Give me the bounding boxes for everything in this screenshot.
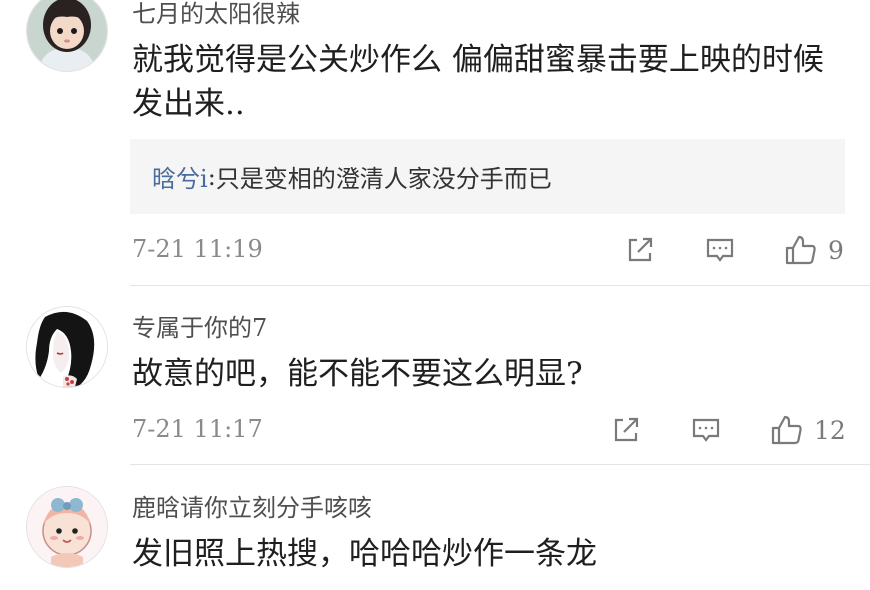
reply-username[interactable]: 晗兮i [152, 159, 208, 194]
comment-text: 发旧照上热搜，哈哈哈炒作一条龙 [132, 536, 597, 572]
like-count: 12 [814, 415, 846, 445]
share-button[interactable] [610, 413, 642, 447]
share-icon [610, 414, 642, 446]
comment-meta: 7-21 11:17 12 [132, 413, 847, 447]
like-button[interactable]: 9 [784, 233, 844, 267]
avatar-girl-image [27, 0, 107, 71]
username[interactable]: 七月的太阳很辣 [132, 0, 300, 29]
reply-preview[interactable]: 晗兮i: 只是变相的澄清人家没分手而已 [130, 139, 845, 214]
timestamp: 7-21 11:19 [132, 235, 263, 263]
comment-meta: 7-21 11:19 9 [132, 233, 847, 267]
comment-divider [130, 464, 870, 465]
username[interactable]: 鹿晗请你立刻分手咳咳 [132, 488, 372, 523]
comment-divider [130, 285, 870, 286]
like-button[interactable]: 12 [770, 413, 846, 447]
reply-button[interactable] [690, 413, 722, 447]
comment-item: 七月的太阳很辣 就我觉得是公关炒作么 偏偏甜蜜暴击要上映的时候发出来.. 晗兮i… [0, 0, 870, 290]
comment-icon [704, 234, 736, 266]
username[interactable]: 专属于你的7 [132, 308, 267, 343]
share-icon [624, 234, 656, 266]
thumbs-up-icon [784, 233, 818, 267]
comment-icon [690, 414, 722, 446]
avatar-cartoon-image [27, 487, 107, 567]
like-count: 9 [828, 235, 844, 265]
comment-text: 故意的吧，能不能不要这么明显? [132, 356, 583, 392]
timestamp: 7-21 11:17 [132, 415, 263, 443]
share-button[interactable] [624, 233, 656, 267]
reply-button[interactable] [704, 233, 736, 267]
user-avatar[interactable] [26, 0, 108, 72]
comment-text: 就我觉得是公关炒作么 偏偏甜蜜暴击要上映的时候发出来.. [132, 42, 824, 122]
thumbs-up-icon [770, 413, 804, 447]
user-avatar[interactable] [26, 306, 108, 388]
user-avatar[interactable] [26, 486, 108, 568]
reply-text: 只是变相的澄清人家没分手而已 [215, 165, 552, 193]
reply-separator: : [207, 162, 216, 191]
avatar-illustration-image [27, 307, 107, 387]
